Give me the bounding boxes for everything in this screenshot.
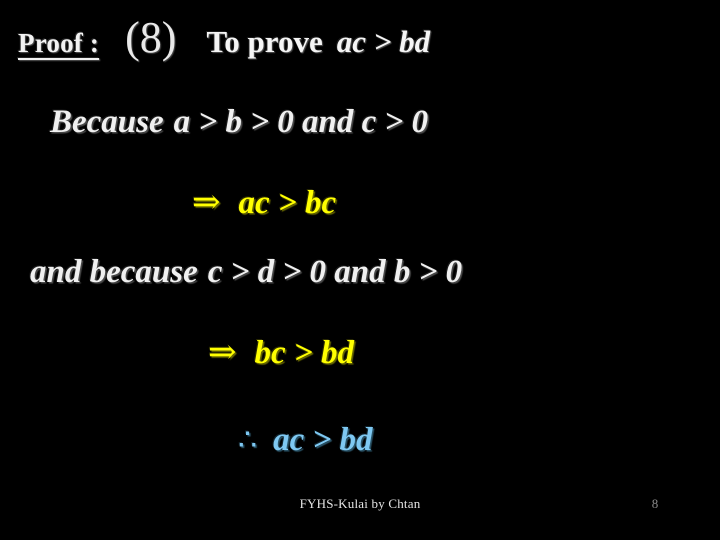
- statement-line-therefore: ∴ ac > bd: [238, 422, 373, 459]
- proof-label: Proof :: [18, 28, 100, 58]
- therefore-expression: ac > bd: [273, 422, 373, 458]
- because-expression: a > b > 0 and c > 0: [173, 104, 429, 140]
- statement-line-implies-2: ⇒ bc > bd: [208, 332, 354, 372]
- to-prove-expression: ac > bd: [336, 24, 431, 59]
- statement-line-and-because: and because c > d > 0 and b > 0: [30, 254, 462, 291]
- statement-line-implies-1: ⇒ ac > bc: [192, 182, 336, 222]
- statement-line-because: Because a > b > 0 and c > 0: [50, 104, 428, 141]
- implies-2-expression: bc > bd: [254, 335, 354, 371]
- and-because-expression: c > d > 0 and b > 0: [207, 254, 463, 290]
- implies-arrow-icon: ⇒: [192, 184, 221, 221]
- therefore-symbol-icon: ∴: [238, 424, 258, 457]
- to-prove-text: To prove: [206, 24, 323, 59]
- implies-arrow-icon: ⇒: [208, 334, 237, 371]
- and-because-prefix: and because: [30, 254, 198, 290]
- item-number: (8): [125, 13, 177, 62]
- because-prefix: Because: [50, 104, 164, 140]
- slide-canvas: Proof : (8) To prove ac > bd Because a > b…: [0, 0, 720, 540]
- implies-1-expression: ac > bc: [238, 185, 337, 221]
- header-row: Proof : (8) To prove ac > bd: [18, 16, 708, 76]
- footer-page-number: 8: [651, 496, 659, 511]
- footer-credit: FYHS-Kulai by Chtan: [299, 496, 421, 511]
- to-prove-statement: To prove ac > bd: [206, 24, 430, 60]
